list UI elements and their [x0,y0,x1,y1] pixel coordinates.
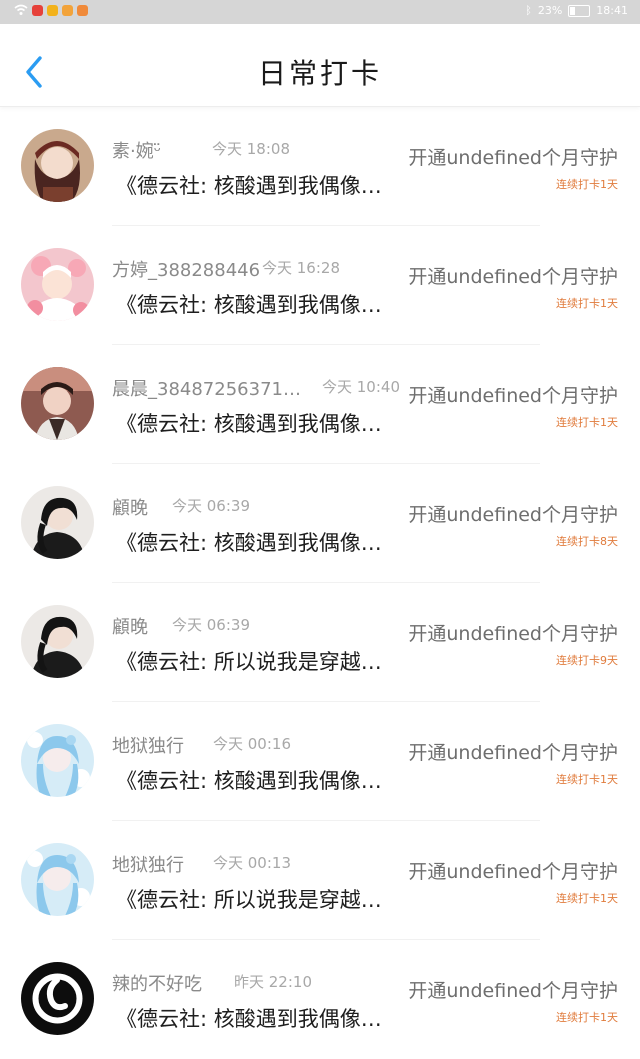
post-content: 《德云社: 核酸遇到我偶像… [116,412,382,436]
checkin-list: 素·婉ᵕ̈ 今天 18:08 《德云社: 核酸遇到我偶像… 开通undefine… [0,107,640,1059]
guard-text: 开通undefined个月守护 [408,742,618,764]
list-item[interactable]: 地狱独行 今天 00:13 《德云社: 所以说我是穿越… 开通undefined… [0,821,640,940]
avatar [21,724,94,797]
list-item[interactable]: 顧晚 今天 06:39 《德云社: 核酸遇到我偶像… 开通undefined个月… [0,464,640,583]
guard-text: 开通undefined个月守护 [408,861,618,883]
avatar [21,129,94,202]
guard-text: 开通undefined个月守护 [408,980,618,1002]
post-content: 《德云社: 核酸遇到我偶像… [116,769,382,793]
checkin-time: 今天 00:16 [213,735,291,753]
user-name: 顧晚 [112,617,148,638]
streak-text: 连续打卡1天 [556,297,618,310]
checkin-time: 今天 00:13 [213,854,291,872]
notification-app-icon [77,4,88,16]
user-name: 顧晚 [112,498,148,519]
status-bar: ᛒ 23% 18:41 [0,0,640,24]
avatar [21,605,94,678]
checkin-time: 今天 06:39 [172,497,250,515]
user-name: 素·婉ᵕ̈ [112,141,162,162]
notification-app-icon [47,4,58,16]
user-name: 晨晨_38487256371181… [112,379,302,400]
bluetooth-icon: ᛒ [525,4,532,17]
post-content: 《德云社: 所以说我是穿越… [116,650,382,674]
status-right: ᛒ 23% 18:41 [525,4,628,17]
post-content: 《德云社: 核酸遇到我偶像… [116,531,382,555]
list-item[interactable]: 辣的不好吃 昨天 22:10 《德云社: 核酸遇到我偶像… 开通undefine… [0,940,640,1059]
user-name: 地狱独行 [112,736,184,757]
checkin-time: 今天 18:08 [212,140,290,158]
checkin-time: 今天 06:39 [172,616,250,634]
status-icons [14,4,88,16]
guard-text: 开通undefined个月守护 [408,623,618,645]
streak-text: 连续打卡1天 [556,892,618,905]
streak-text: 连续打卡1天 [556,416,618,429]
streak-text: 连续打卡1天 [556,178,618,191]
notification-app-icon [32,4,43,16]
guard-text: 开通undefined个月守护 [408,266,618,288]
battery-icon [568,4,591,17]
user-name: 辣的不好吃 [112,974,202,995]
streak-text: 连续打卡9天 [556,654,618,667]
checkin-time: 今天 16:28 [262,259,340,277]
list-item[interactable]: 晨晨_38487256371181… 今天 10:40 《德云社: 核酸遇到我偶… [0,345,640,464]
avatar [21,843,94,916]
notification-app-icon [62,4,73,16]
clock: 18:41 [596,4,628,17]
battery-percent: 23% [537,4,563,17]
page-title: 日常打卡 [257,57,382,90]
list-item[interactable]: 素·婉ᵕ̈ 今天 18:08 《德云社: 核酸遇到我偶像… 开通undefine… [0,107,640,226]
guard-text: 开通undefined个月守护 [408,147,618,169]
post-content: 《德云社: 所以说我是穿越… [116,888,382,912]
avatar [21,486,94,559]
avatar [21,367,94,440]
list-item[interactable]: 地狱独行 今天 00:16 《德云社: 核酸遇到我偶像… 开通undefined… [0,702,640,821]
wifi-icon [14,4,28,15]
checkin-time: 今天 10:40 [322,378,400,396]
avatar [21,248,94,321]
header: 日常打卡 [0,24,640,107]
avatar [21,962,94,1035]
list-item[interactable]: 方婷_388288446 今天 16:28 《德云社: 核酸遇到我偶像… 开通u… [0,226,640,345]
guard-text: 开通undefined个月守护 [408,385,618,407]
streak-text: 连续打卡1天 [556,1011,618,1024]
streak-text: 连续打卡8天 [556,535,618,548]
post-content: 《德云社: 核酸遇到我偶像… [116,1007,382,1031]
post-content: 《德云社: 核酸遇到我偶像… [116,293,382,317]
post-content: 《德云社: 核酸遇到我偶像… [116,174,382,198]
guard-text: 开通undefined个月守护 [408,504,618,526]
checkin-time: 昨天 22:10 [234,973,312,991]
list-item[interactable]: 顧晚 今天 06:39 《德云社: 所以说我是穿越… 开通undefined个月… [0,583,640,702]
user-name: 方婷_388288446 [112,260,261,281]
streak-text: 连续打卡1天 [556,773,618,786]
user-name: 地狱独行 [112,855,184,876]
